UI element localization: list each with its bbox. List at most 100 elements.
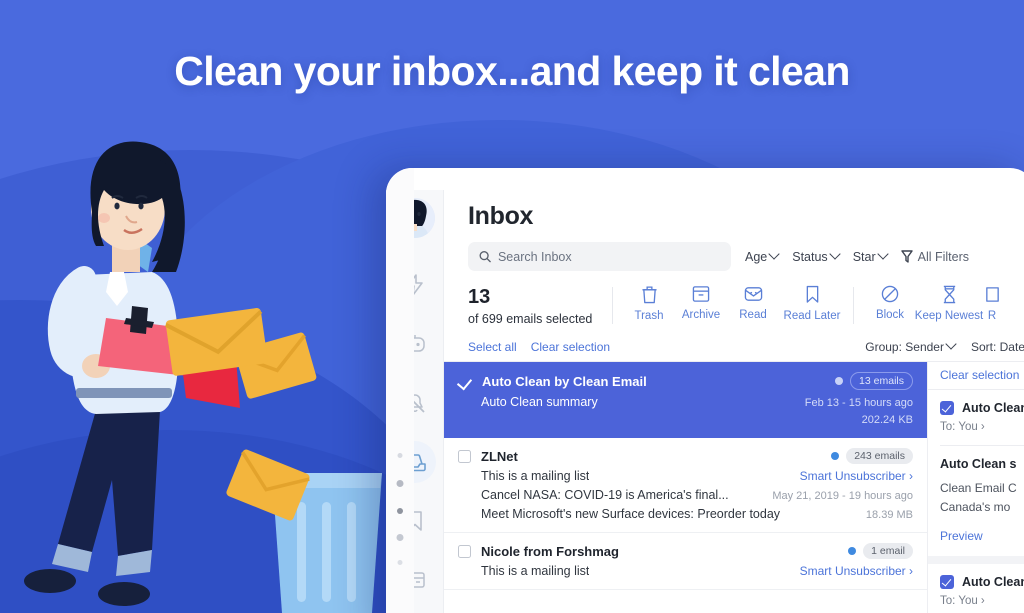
block-icon [881,285,899,303]
detail-panel-header: Clear selection [928,362,1024,390]
search-and-filters: Age Status Star [468,242,1024,271]
inbox-title: Inbox [468,202,534,230]
detail-card[interactable]: Auto Clean To: You › Auto Clean s Clean … [928,390,1024,564]
app-main: Inbox Age [444,190,1024,613]
detail-checkbox-checked[interactable] [940,401,954,415]
email-count-badge: 13 emails [850,372,913,390]
detail-checkbox-checked[interactable] [940,574,954,589]
sender-name: Auto Clean by Clean Email [482,373,647,389]
chevron-down-icon [876,247,889,260]
read-later-label: Read Later [783,310,841,322]
smart-unsubscriber-link[interactable]: Smart Unsubscriber › [800,469,913,483]
filter-star[interactable]: Star [853,247,889,264]
rail-dot [397,560,403,565]
detail-divider [940,445,1024,446]
detail-card[interactable]: Auto Clean To: You › [928,564,1024,613]
selected-count: 13 [468,286,491,308]
chevron-down-icon [829,247,841,260]
block-button[interactable]: Block [864,285,916,321]
app-edge-rail [386,168,414,613]
sender-name: Nicole from Forshmag [481,543,619,559]
chevron-down-icon [768,247,780,260]
mail-date: May 21, 2019 - 19 hours ago [772,490,913,502]
search-field[interactable] [497,249,720,264]
table-row[interactable]: Nicole from Forshmag 1 email This is a m… [444,533,927,590]
search-icon [479,251,491,263]
filter-status-label: Status [792,249,828,264]
keep-newest-label: Keep Newest [914,310,984,322]
bookmark-icon [806,285,818,303]
row-checkbox[interactable] [458,544,471,558]
detail-title: Auto Clean [962,401,1024,415]
mail-subject: Cancel NASA: COVID-19 is America's final… [481,488,729,502]
app-window: Inbox Age [386,168,1024,613]
row-checkbox[interactable] [458,449,471,463]
sort-by-label: Sort: Date [970,340,1024,354]
unread-dot-icon [835,377,844,385]
block-label: Block [875,309,905,321]
email-count-badge: 243 emails [846,448,913,464]
archive-button[interactable]: Archive [675,285,727,321]
cut-off-icon [985,287,999,302]
detail-subject: Auto Clean s [940,457,1017,471]
toolbar-divider-1 [612,287,613,324]
mailing-list-note: This is a mailing list [481,564,590,578]
detail-recipient[interactable]: To: You › [940,421,1024,433]
hourglass-icon [943,285,955,304]
person-illustration [24,141,268,606]
chevron-down-icon [945,338,957,350]
selection-toolbar: 13 of 699 emails selected Trash Archive … [444,271,1024,336]
mail-size: 18.39 MB [865,509,913,521]
selected-count-subtitle: of 699 emails selected [468,312,593,326]
filter-age-label: Age [745,249,768,264]
all-filters-label: All Filters [917,249,970,264]
email-count-badge: 1 email [863,543,913,559]
unread-dot-icon [831,452,840,460]
sort-by-dropdown[interactable]: Sort: Date [971,340,1024,354]
detail-clear-selection-link[interactable]: Clear selection [940,368,1019,382]
mailing-list-note: This is a mailing list [481,469,590,483]
cut-off-action-button[interactable]: R [982,285,1002,322]
group-by-dropdown[interactable]: Group: Sender [865,338,957,354]
row-checkbox-checked[interactable] [458,375,472,388]
keep-newest-button[interactable]: Keep Newest [914,285,984,322]
table-row[interactable]: ZLNet 243 emails This is a mailing list … [444,438,927,533]
mail-size: 202.24 KB [861,414,913,426]
archive-icon [692,286,710,302]
group-by-label: Group: Sender [865,340,944,354]
search-input[interactable] [468,242,731,271]
filter-age[interactable]: Age [745,247,780,264]
all-filters-button[interactable]: All Filters [900,249,970,264]
read-envelope-icon [744,287,762,301]
inbox-content: Auto Clean by Clean Email 13 emails Auto… [444,362,1024,613]
read-button[interactable]: Read [727,285,779,321]
funnel-icon [900,250,913,263]
detail-panel: Clear selection Auto Clean To: You › Aut… [927,362,1024,613]
trash-icon [641,286,657,304]
page-title: Clean your inbox...and keep it clean [174,48,850,94]
rail-dot [396,534,404,541]
table-row[interactable]: Auto Clean by Clean Email 13 emails Auto… [444,362,927,438]
cut-off-label: R [987,310,997,322]
filter-status[interactable]: Status [792,247,841,264]
selection-links-bar: Select all Clear selection Group: Sender… [444,336,1024,362]
archive-label: Archive [681,309,721,321]
mail-list: Auto Clean by Clean Email 13 emails Auto… [444,362,927,613]
clear-selection-link[interactable]: Clear selection [531,340,610,354]
select-all-link[interactable]: Select all [468,340,517,354]
rail-dot [396,480,404,487]
trash-label: Trash [634,310,664,322]
detail-recipient[interactable]: To: You › [940,595,1024,607]
detail-body-line-2: Canada's mo [940,500,1011,515]
mail-subject: Auto Clean summary [481,395,598,409]
hero-illustration [24,141,382,613]
smart-unsubscriber-link[interactable]: Smart Unsubscriber › [800,564,913,578]
selection-count-block: 13 of 699 emails selected [468,285,612,327]
detail-preview-link[interactable]: Preview [940,529,1024,543]
toolbar-divider-2 [853,287,854,324]
mail-date: Feb 13 - 15 hours ago [804,397,913,409]
read-later-button[interactable]: Read Later [779,285,845,322]
read-label: Read [739,309,767,321]
sender-name: ZLNet [481,448,518,464]
trash-button[interactable]: Trash [623,285,675,322]
